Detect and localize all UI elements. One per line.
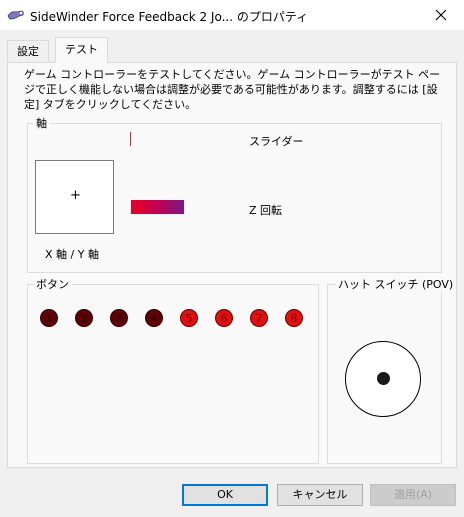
title-bar: SideWinder Force Feedback 2 Jo... のプロパティ <box>0 0 464 30</box>
buttons-group <box>27 284 319 464</box>
z-rotation-label: Z 回転 <box>249 204 283 217</box>
button-indicator-6: 6 <box>215 309 233 327</box>
cancel-button[interactable]: キャンセル <box>277 484 363 506</box>
xy-axis-label: X 軸 / Y 軸 <box>45 248 99 261</box>
button-indicator-2: 2 <box>75 309 93 327</box>
button-indicator-4: 4 <box>145 309 163 327</box>
window-title: SideWinder Force Feedback 2 Jo... のプロパティ <box>30 10 309 24</box>
button-indicator-7: 7 <box>250 309 268 327</box>
button-indicator-5: 5 <box>180 309 198 327</box>
axes-group-label: 軸 <box>33 117 50 130</box>
close-icon <box>435 9 447 21</box>
ok-button[interactable]: OK <box>182 484 268 506</box>
slider-label: スライダー <box>249 135 304 148</box>
slider-indicator <box>130 132 131 146</box>
apply-button[interactable]: 適用(A) <box>370 484 456 506</box>
close-button[interactable] <box>418 0 464 30</box>
pov-group-label: ハット スイッチ (POV) <box>335 278 457 291</box>
joystick-icon <box>7 9 25 21</box>
pov-display <box>345 341 421 417</box>
tab-test[interactable]: テスト <box>55 37 108 63</box>
buttons-group-label: ボタン <box>33 278 72 291</box>
button-indicator-8: 8 <box>285 309 303 327</box>
xy-axis-display: + <box>35 160 114 234</box>
instructions-text: ゲーム コントローラーをテストしてください。ゲーム コントローラーがテスト ペー… <box>24 68 441 111</box>
crosshair-marker: + <box>70 188 81 203</box>
z-rotation-bar <box>131 200 184 214</box>
tab-settings[interactable]: 設定 <box>7 40 49 61</box>
button-indicator-3: 3 <box>110 309 128 327</box>
button-indicator-1: 1 <box>40 309 58 327</box>
pov-center-dot <box>377 372 390 385</box>
